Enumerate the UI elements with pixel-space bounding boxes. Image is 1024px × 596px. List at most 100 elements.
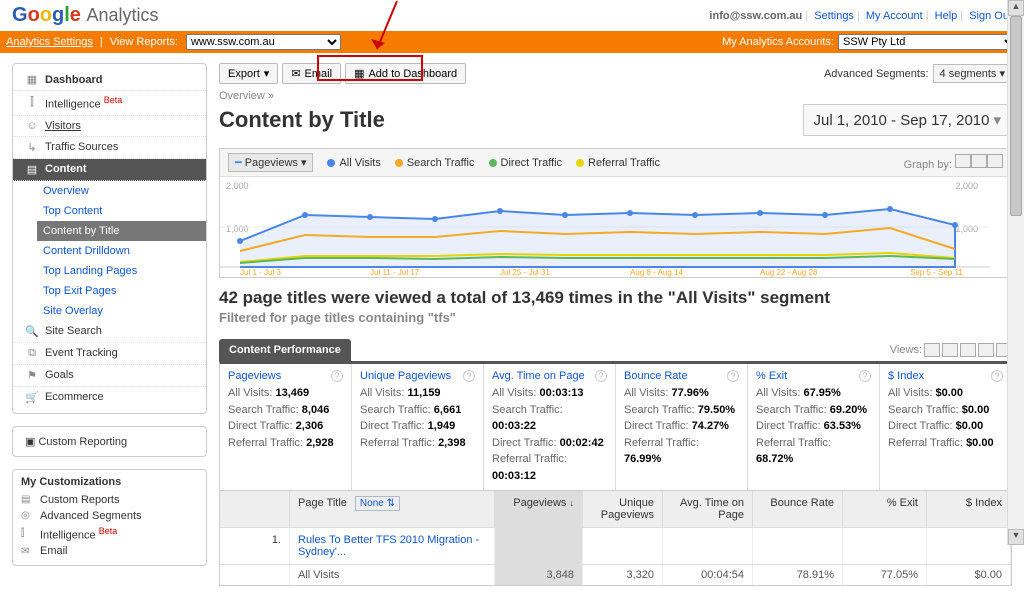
col-avg-time[interactable]: Avg. Time on Page <box>663 491 753 527</box>
col-bounce[interactable]: Bounce Rate <box>753 491 843 527</box>
sidebar-top-content[interactable]: Top Content <box>37 201 206 221</box>
email-button[interactable]: ✉ Email <box>282 63 341 84</box>
svg-text:2,000: 2,000 <box>955 181 978 191</box>
sidebar-site-overlay[interactable]: Site Overlay <box>37 301 206 321</box>
dashboard-add-icon: ▦ <box>354 67 364 80</box>
stat-unique-head[interactable]: Unique Pageviews <box>360 370 451 382</box>
analytics-settings-link[interactable]: Analytics Settings <box>6 36 93 48</box>
stat-avgtime-head[interactable]: Avg. Time on Page <box>492 370 585 382</box>
row-number: 1. <box>220 528 290 564</box>
advanced-segments-link[interactable]: ◎Advanced Segments <box>21 508 198 524</box>
svg-text:Aug 8 - Aug 14: Aug 8 - Aug 14 <box>630 268 683 277</box>
settings-link[interactable]: Settings <box>814 10 854 22</box>
graph-by-selector[interactable]: Graph by: <box>904 154 1003 171</box>
content-icon: ▤ <box>25 163 39 176</box>
graph-day-icon[interactable] <box>955 154 971 168</box>
metric-selector[interactable]: ━ Pageviews ▾ <box>228 153 313 172</box>
sidebar-content-drilldown[interactable]: Content Drilldown <box>37 241 206 261</box>
email-icon: ✉ <box>21 546 35 557</box>
graph-week-icon[interactable] <box>971 154 987 168</box>
filter-text: Filtered for page titles containing "tfs… <box>219 310 1012 325</box>
svg-text:Sep 5 - Sep 11: Sep 5 - Sep 11 <box>910 268 963 277</box>
custom-reporting-icon: ▣ <box>25 436 35 448</box>
help-icon[interactable]: ? <box>595 370 607 382</box>
help-icon[interactable]: ? <box>859 370 871 382</box>
sidebar-custom-reporting[interactable]: Custom Reporting <box>38 436 127 448</box>
site-select[interactable]: www.ssw.com.au <box>186 34 341 50</box>
event-tracking-icon: ⧉ <box>25 347 39 360</box>
view-reports-label: View Reports: <box>110 36 178 48</box>
vertical-scrollbar[interactable]: ▲ ▼ <box>1007 0 1024 545</box>
custom-reports-link[interactable]: ▤Custom Reports <box>21 492 198 508</box>
breadcrumb[interactable]: Overview » <box>219 90 1012 102</box>
my-customizations-heading: My Customizations <box>21 476 198 488</box>
scroll-thumb[interactable] <box>1010 16 1022 216</box>
sidebar-traffic-sources[interactable]: ↳Traffic Sources <box>13 137 206 159</box>
summary-text: 42 page titles were viewed a total of 13… <box>219 288 1012 308</box>
svg-text:1,000: 1,000 <box>955 224 978 234</box>
ecommerce-icon: 🛒 <box>25 391 39 404</box>
sidebar-content-by-title[interactable]: Content by Title <box>37 221 206 241</box>
svg-text:Jul 1 - Jul 3: Jul 1 - Jul 3 <box>240 268 281 277</box>
content-performance-tab[interactable]: Content Performance <box>219 339 351 361</box>
google-analytics-logo: Google Analytics <box>12 4 159 27</box>
svg-text:Aug 22 - Aug 28: Aug 22 - Aug 28 <box>760 268 818 277</box>
col-unique-pageviews[interactable]: Unique Pageviews <box>583 491 663 527</box>
sign-out-link[interactable]: Sign Out <box>969 10 1012 22</box>
account-email: info@ssw.com.au <box>709 10 802 22</box>
svg-text:1,000: 1,000 <box>226 224 249 234</box>
sidebar-visitors[interactable]: ☺Visitors <box>13 116 206 137</box>
view-compare-icon[interactable] <box>978 343 994 357</box>
sidebar-site-search[interactable]: 🔍Site Search <box>13 321 206 343</box>
sidebar-intelligence[interactable]: ⫿Intelligence Beta <box>13 91 206 116</box>
my-account-link[interactable]: My Account <box>866 10 923 22</box>
segment-count-dropdown[interactable]: 4 segments ▾ <box>933 64 1012 83</box>
intelligence-link[interactable]: ⫿Intelligence Beta <box>21 524 198 544</box>
sidebar-ecommerce[interactable]: 🛒Ecommerce <box>13 387 206 408</box>
col-page-title[interactable]: Page TitleNone ⇅ <box>290 491 495 527</box>
col-pageviews[interactable]: Pageviews ↓ <box>495 491 583 527</box>
account-select[interactable]: SSW Pty Ltd <box>838 34 1018 50</box>
stat-bounce-head[interactable]: Bounce Rate <box>624 370 688 382</box>
intelligence-small-icon: ⫿ <box>21 528 35 539</box>
secondary-dimension-none[interactable]: None ⇅ <box>355 496 400 511</box>
sidebar-top-landing[interactable]: Top Landing Pages <box>37 261 206 281</box>
stat-pageviews-head[interactable]: Pageviews <box>228 370 281 382</box>
help-link[interactable]: Help <box>935 10 958 22</box>
sidebar-dashboard[interactable]: ▦Dashboard <box>13 69 206 91</box>
views-label: Views: <box>890 344 922 356</box>
help-icon[interactable]: ? <box>991 370 1003 382</box>
view-pie-icon[interactable] <box>942 343 958 357</box>
view-table-icon[interactable] <box>924 343 940 357</box>
pageviews-chart: 2,000 2,000 1,000 1,000 Jul 1 - Jul 3 Ju… <box>220 177 990 277</box>
date-range-picker[interactable]: Jul 1, 2010 - Sep 17, 2010▾ <box>803 104 1013 136</box>
intelligence-icon: ⫿ <box>25 96 39 109</box>
help-icon[interactable]: ? <box>463 370 475 382</box>
sidebar-goals[interactable]: ⚑Goals <box>13 365 206 387</box>
help-icon[interactable]: ? <box>331 370 343 382</box>
table-row: 1. Rules To Better TFS 2010 Migration - … <box>220 527 1011 564</box>
graph-month-icon[interactable] <box>987 154 1003 168</box>
add-to-dashboard-button[interactable]: ▦ Add to Dashboard <box>345 63 466 84</box>
page-title: Content by Title <box>219 107 385 133</box>
scroll-up-button[interactable]: ▲ <box>1008 0 1024 16</box>
dropdown-caret-icon: ▾ <box>264 67 270 80</box>
page-title-link[interactable]: Rules To Better TFS 2010 Migration - Syd… <box>298 534 479 558</box>
sidebar-content[interactable]: ▤Content <box>13 159 206 181</box>
email-link[interactable]: ✉Email <box>21 543 198 559</box>
sidebar-event-tracking[interactable]: ⧉Event Tracking <box>13 343 206 365</box>
help-icon[interactable]: ? <box>727 370 739 382</box>
scroll-down-button[interactable]: ▼ <box>1008 529 1024 545</box>
traffic-sources-icon: ↳ <box>25 141 39 154</box>
goals-icon: ⚑ <box>25 369 39 382</box>
stat-sindex-head[interactable]: $ Index <box>888 370 924 382</box>
view-bar-icon[interactable] <box>960 343 976 357</box>
export-button[interactable]: Export ▾ <box>219 63 278 84</box>
svg-text:Jul 11 - Jul 17: Jul 11 - Jul 17 <box>370 268 420 277</box>
stat-exit-head[interactable]: % Exit <box>756 370 787 382</box>
sidebar-top-exit[interactable]: Top Exit Pages <box>37 281 206 301</box>
col-exit[interactable]: % Exit <box>843 491 927 527</box>
sidebar-overview[interactable]: Overview <box>37 181 206 201</box>
col-sindex[interactable]: $ Index <box>927 491 1011 527</box>
legend-all-visits: All Visits <box>327 157 380 169</box>
